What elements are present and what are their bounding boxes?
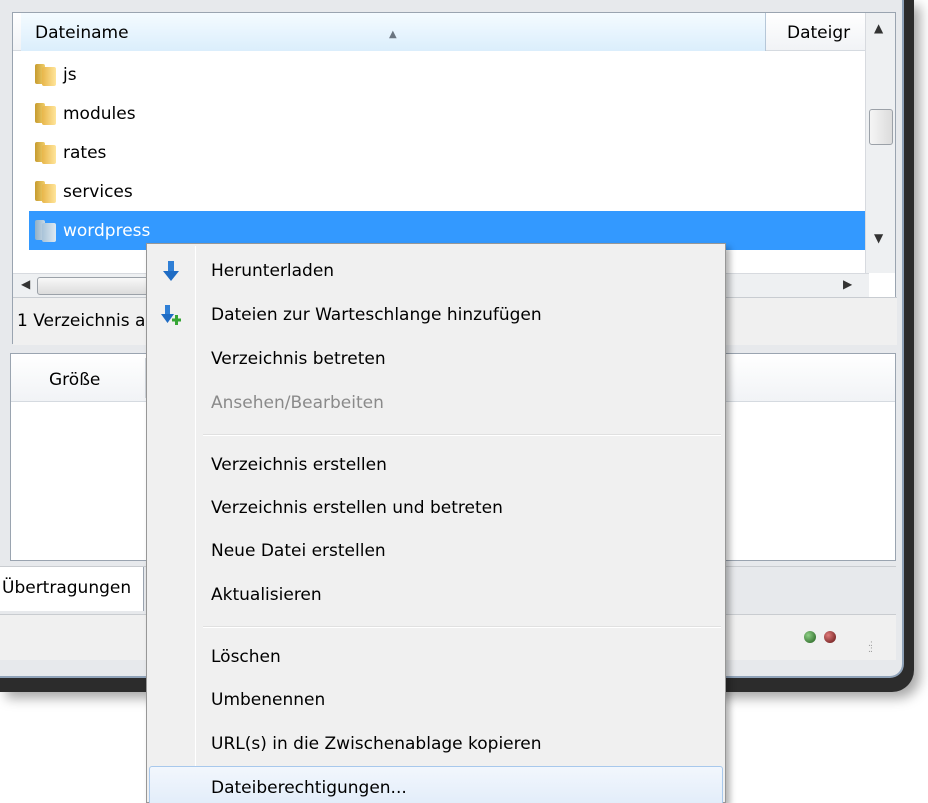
- column-header-filename[interactable]: ▲ Dateiname: [21, 13, 766, 51]
- column-header-filename-label: Dateiname: [35, 23, 129, 43]
- activity-led-green-icon: [804, 631, 816, 643]
- list-item[interactable]: js: [21, 55, 857, 94]
- column-header-row: ▲ Dateiname Dateigr: [13, 13, 869, 51]
- menu-item-rename[interactable]: Umbenennen: [149, 679, 723, 721]
- tab-transfers[interactable]: Übertragungen: [0, 567, 144, 611]
- scroll-right-icon[interactable]: ▶: [843, 277, 852, 291]
- list-item-label: js: [63, 64, 77, 85]
- menu-item-label: Aktualisieren: [211, 585, 322, 605]
- menu-item-download[interactable]: Herunterladen: [149, 250, 723, 292]
- resize-grip-icon[interactable]: .:.:: [868, 640, 880, 655]
- menu-item-delete[interactable]: Löschen: [149, 636, 723, 678]
- add-to-queue-icon: [161, 305, 181, 325]
- menu-item-label: URL(s) in die Zwischenablage kopieren: [211, 734, 542, 754]
- download-arrow-icon: [163, 261, 179, 281]
- menu-item-label: Dateiberechtigungen...: [211, 778, 407, 798]
- menu-item-label: Dateien zur Warteschlange hinzufügen: [211, 305, 542, 325]
- list-item-label: wordpress: [63, 220, 151, 241]
- scroll-up-icon[interactable]: ▲: [874, 21, 883, 35]
- list-item-label: services: [63, 181, 133, 202]
- menu-item-label: Verzeichnis erstellen: [211, 455, 387, 475]
- menu-item-file-permissions[interactable]: Dateiberechtigungen...: [149, 766, 723, 803]
- menu-separator: [203, 434, 721, 436]
- folder-icon: [33, 219, 57, 242]
- folder-icon: [33, 180, 57, 203]
- menu-item-view-edit: Ansehen/Bearbeiten: [149, 382, 723, 424]
- vertical-scrollbar[interactable]: ▲ ▼: [865, 13, 895, 273]
- file-rows: js modules rates services wordpress: [21, 55, 865, 250]
- column-header-filesize[interactable]: Dateigr: [779, 13, 869, 51]
- menu-separator: [203, 626, 721, 628]
- list-item-label: rates: [63, 142, 107, 163]
- menu-item-label: Ansehen/Bearbeiten: [211, 393, 384, 413]
- column-header-size[interactable]: Größe: [49, 354, 100, 406]
- menu-item-label: Herunterladen: [211, 261, 335, 281]
- menu-item-label: Verzeichnis erstellen und betreten: [211, 498, 503, 518]
- menu-item-label: Verzeichnis betreten: [211, 349, 386, 369]
- menu-item-copy-url[interactable]: URL(s) in die Zwischenablage kopieren: [149, 723, 723, 765]
- vertical-scroll-thumb[interactable]: [869, 109, 893, 145]
- menu-item-add-to-queue[interactable]: Dateien zur Warteschlange hinzufügen: [149, 294, 723, 336]
- menu-item-label: Umbenennen: [211, 690, 326, 710]
- menu-item-create-directory[interactable]: Verzeichnis erstellen: [149, 444, 723, 486]
- menu-item-label: Löschen: [211, 647, 281, 667]
- folder-icon: [33, 102, 57, 125]
- menu-item-new-file[interactable]: Neue Datei erstellen: [149, 530, 723, 572]
- list-item[interactable]: modules: [21, 94, 857, 133]
- folder-icon: [33, 63, 57, 86]
- list-item-label: modules: [63, 103, 136, 124]
- scroll-down-icon[interactable]: ▼: [874, 231, 883, 245]
- menu-item-create-and-enter-directory[interactable]: Verzeichnis erstellen und betreten: [149, 487, 723, 529]
- folder-icon: [33, 141, 57, 164]
- context-menu: Herunterladen Dateien zur Warteschlange …: [146, 243, 726, 803]
- list-item[interactable]: services: [21, 172, 857, 211]
- scroll-left-icon[interactable]: ◀: [21, 277, 30, 291]
- list-item[interactable]: rates: [21, 133, 857, 172]
- sort-ascending-icon: ▲: [389, 29, 397, 40]
- menu-item-enter-directory[interactable]: Verzeichnis betreten: [149, 338, 723, 380]
- menu-item-refresh[interactable]: Aktualisieren: [149, 574, 723, 616]
- activity-led-red-icon: [824, 631, 836, 643]
- menu-item-label: Neue Datei erstellen: [211, 541, 386, 561]
